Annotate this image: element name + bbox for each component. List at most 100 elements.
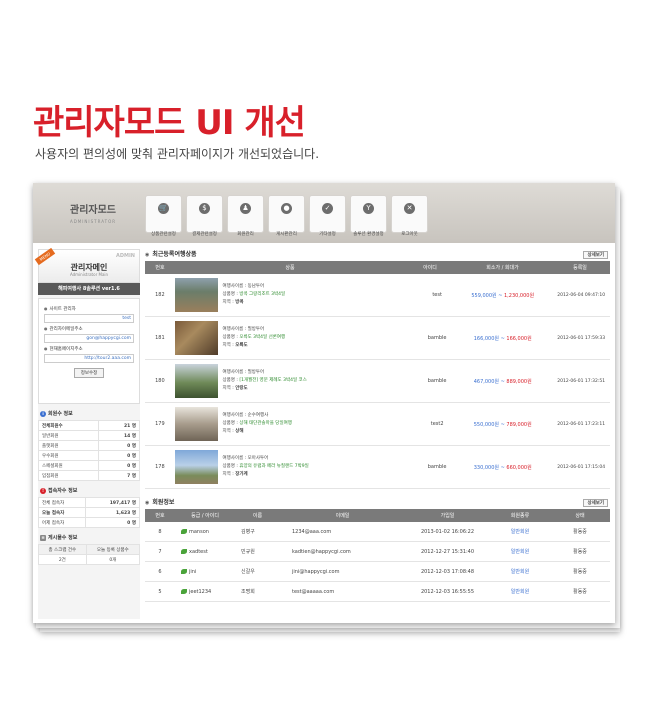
member-status: 활동중 (573, 569, 587, 575)
product-info: 여행사이름 : 필방투어 상품명 : [1개월전] 영문 제례도 3박4일 코스… (223, 369, 422, 393)
product-info: 여행사이름 : 필방투어 상품명 : 오륙도 3박4일 선론여행 지역 : 오륙… (223, 326, 422, 350)
member-email: test@aaaaa.com (292, 588, 335, 595)
speech-bubble-icon: ● (281, 203, 292, 214)
table-row[interactable]: 182 여행사이름 : 동남투어 상품명 : 방콕 그랑리조트 3박4일 지역 … (145, 274, 610, 317)
boards-section-title: ≡ 게시물수 정보 (40, 534, 140, 541)
table-row[interactable]: 181 여행사이름 : 필방투어 상품명 : 오륙도 3박4일 선론여행 지역 … (145, 317, 610, 360)
table-row: 스페셜회원 0 명 (38, 460, 141, 471)
column-header: 번호 (155, 265, 165, 271)
join-date: 2013-01-02 16:06:22 (420, 528, 475, 535)
column-header: 회소가 / 회대가 (486, 265, 519, 271)
nav-board-management[interactable]: ● 게시판관리 (268, 195, 305, 237)
member-id-text: manson (189, 528, 209, 535)
stat-value: 21 명 (97, 420, 141, 431)
table-row[interactable]: 5 jeet1234 조명희 test@aaaaa.com 2012-12-03… (145, 582, 610, 602)
table-row[interactable]: 180 여행사이름 : 필방투어 상품명 : [1개월전] 영문 제례도 3박4… (145, 360, 610, 403)
member-id[interactable]: jini (175, 568, 235, 575)
table-row: 일반회원 14 명 (38, 430, 141, 441)
product-thumbnail[interactable] (174, 321, 218, 355)
product-thumbnail[interactable] (174, 407, 218, 441)
nav-logout[interactable]: ✕ 로그아웃 (391, 195, 428, 237)
product-name-link[interactable]: 오륙도 3박4일 선론여행 (239, 335, 285, 340)
table-row: 어제 접속자 0 명 (37, 517, 140, 528)
stat-value: 14 명 (97, 430, 141, 441)
region-label: 지역 : (222, 343, 236, 348)
product-thumbnail[interactable] (174, 364, 218, 398)
site-admin-field[interactable]: test (44, 314, 134, 323)
top-nav: 🛒 상품관련설정 $ 결제관련설정 ♟ 회원관리 ● 게시판관리 ✓ 기타설정 Y 솔루션 … (145, 195, 428, 237)
table-row[interactable]: 178 여행사이름 : 모아사투어 상품명 : 휴양의 유럽과 페라 뉴질랜드 … (145, 446, 610, 489)
product-name-link[interactable]: 상해 태단관솔마을 당일여행 (239, 421, 292, 426)
nav-label: 솔루션 환경설정 (353, 232, 384, 237)
member-type: 일반회원 (510, 589, 530, 595)
stat-value: 0 명 (97, 440, 141, 451)
product-name-label: 상품명 : (222, 292, 240, 297)
alert-icon: ! (40, 488, 46, 494)
table-row[interactable]: 179 여행사이름 : 순수여행사 상품명 : 상해 태단관솔마을 당일여행 지… (145, 403, 610, 446)
table-row: 입점회원 7 명 (38, 470, 141, 481)
money-bag-icon: $ (199, 203, 210, 214)
stat-label: 스페셜회원 (38, 460, 99, 471)
row-number: 6 (158, 568, 162, 575)
member-id-text: jeet1234 (189, 588, 212, 595)
admin-logo[interactable]: 관리자모드 ADMINISTRATOR (53, 201, 133, 224)
price-max: 1,230,000원 (504, 292, 535, 299)
column-header: 이름 (252, 513, 263, 519)
table-row: 전체회원수 21 명 (38, 420, 141, 431)
join-date: 2012-12-27 15:31:40 (420, 548, 475, 555)
member-name: 김병구 (241, 529, 255, 535)
stat-label: 어제 접속자 (37, 517, 87, 528)
member-type: 일반회원 (510, 569, 530, 575)
product-name-link[interactable]: 방콕 그랑리조트 3박4일 (239, 292, 285, 297)
nav-solution-settings[interactable]: Y 솔루션 환경설정 (350, 195, 387, 237)
registered-date: 2012-06-01 17:23:11 (557, 421, 606, 427)
product-name-label: 상품명 : (222, 378, 240, 383)
stat-value: 7 명 (97, 470, 141, 481)
visitors-stats-table: 전체 접속자 197,417 명 오늘 접속자 1,623 명 어제 접속자 0 명 (37, 497, 140, 528)
column-header: 오늘 등록 상품수 (85, 544, 141, 555)
products-more-button[interactable]: 상세보기 (583, 251, 608, 259)
product-thumbnail[interactable] (174, 278, 218, 312)
table-row[interactable]: 7 xadtest 민규원 kadtien@happycgi.com 2012-… (145, 542, 610, 562)
price-min: 467,000원 (473, 378, 500, 385)
region-value: 오륙도 (235, 343, 248, 348)
stat-value: 197,417 명 (85, 497, 140, 508)
column-header: 회원종류 (510, 513, 530, 519)
company-name: 여행사이름 : 동남투어 (222, 284, 265, 289)
price-min: 330,000원 (473, 464, 500, 471)
member-id[interactable]: xadtest (175, 548, 235, 555)
price-max: 166,000원 (506, 335, 532, 342)
site-admin-label: 사이트 관리자 (44, 306, 134, 312)
edit-info-button[interactable]: 정보수정 (74, 368, 104, 378)
product-name-link[interactable]: [1개월전] 영문 제례도 3박4일 코스 (239, 378, 307, 383)
member-id[interactable]: jeet1234 (175, 588, 235, 595)
grade-leaf-icon (181, 568, 187, 574)
table-row[interactable]: 6 jini 신갈우 jini@happycgi.com 2012-12-03 … (145, 562, 610, 582)
product-name-link[interactable]: 휴양의 유럽과 페라 뉴질랜드 7박9일 (239, 464, 308, 469)
admin-email-field[interactable]: gon@happycgi.com (44, 334, 134, 343)
region-value: 방콕 (235, 300, 244, 305)
product-thumbnail[interactable] (174, 450, 218, 484)
hero-subtitle: 사용자의 편의성에 맞춰 관리자페이지가 개선되었습니다. (35, 147, 320, 161)
region-value: 장가계 (235, 472, 248, 477)
table-row[interactable]: 8 manson 김병구 1234@aaa.com 2013-01-02 16:… (145, 522, 610, 542)
row-number: 5 (158, 588, 162, 595)
nav-payment-settings[interactable]: $ 결제관련설정 (186, 195, 223, 237)
member-id[interactable]: manson (175, 528, 235, 535)
members-list-section-title: 회원정보 상세보기 (145, 497, 610, 509)
nav-label: 상품관련설정 (151, 232, 176, 237)
company-name: 여행사이름 : 필방투어 (222, 370, 265, 375)
site-info-box: 사이트 관리자 test 관리자이메일주소 gon@happycgi.com 현… (38, 298, 140, 404)
nav-misc-settings[interactable]: ✓ 기타설정 (309, 195, 346, 237)
registered-date: 2012-06-01 17:32:51 (557, 378, 606, 384)
members-more-button[interactable]: 상세보기 (583, 499, 608, 507)
members-icon: ♟ (240, 203, 251, 214)
member-status: 활동중 (573, 529, 587, 535)
member-status: 활동중 (573, 589, 587, 595)
version-bar: 해피여행사 8솔루션 ver1.6 (38, 283, 140, 295)
nav-member-management[interactable]: ♟ 회원관리 (227, 195, 264, 237)
profile-subtitle: Administrator Main (69, 272, 109, 277)
column-header: 번호 (155, 513, 165, 519)
homepage-url-field[interactable]: http://tour2.aaa.com (44, 354, 134, 363)
nav-product-settings[interactable]: 🛒 상품관련설정 (145, 195, 182, 237)
